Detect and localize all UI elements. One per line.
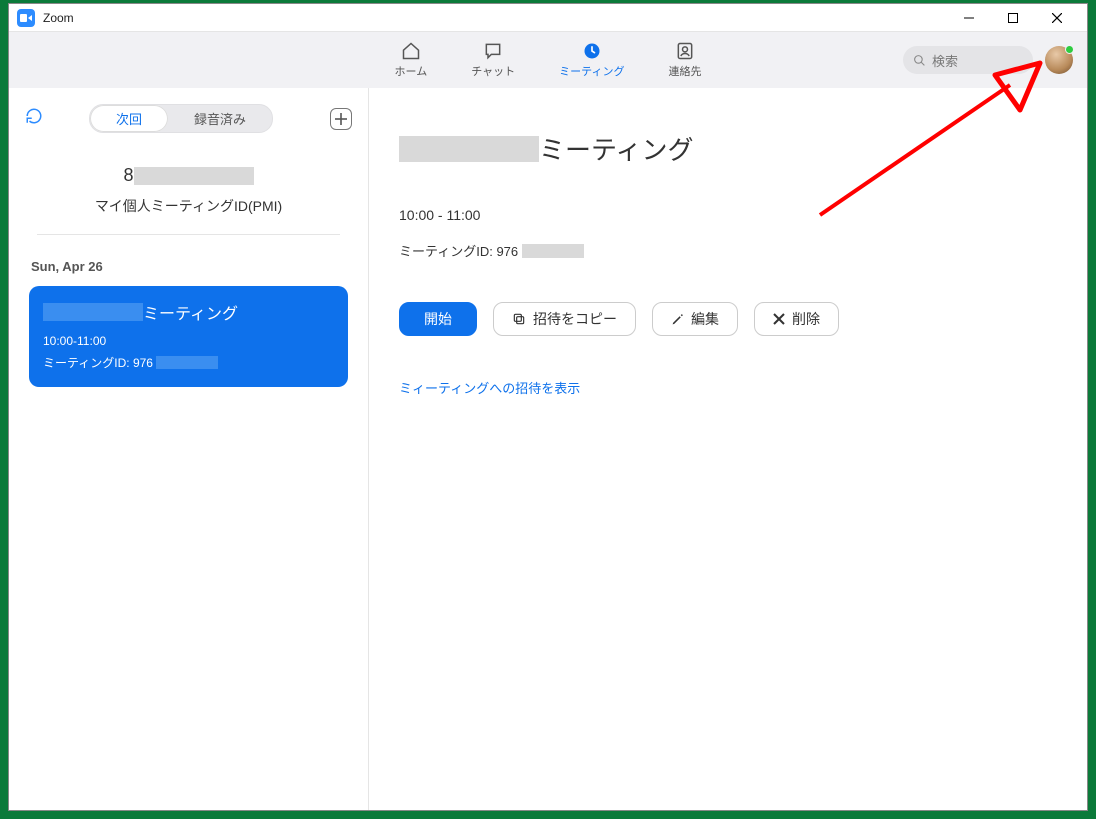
meeting-card-title: ミーティング [43,300,334,324]
tab-chat[interactable]: チャット [471,41,515,79]
tab-label: ミーティング [559,63,624,79]
tab-home[interactable]: ホーム [395,41,428,79]
copy-invite-label: 招待をコピー [533,309,617,329]
search-placeholder: 検索 [932,51,958,70]
copy-invite-button[interactable]: 招待をコピー [493,302,636,336]
title-bar: Zoom [9,4,1087,32]
avatar[interactable] [1045,46,1073,74]
search-input[interactable]: 検索 [903,46,1033,74]
personal-meeting-id: 8 [37,165,340,186]
personal-meeting-label: マイ個人ミーティングID(PMI) [37,196,340,216]
meeting-card-id: ミーティングID: 976 [43,354,334,371]
segment-control: 次回 録音済み [89,104,273,133]
redacted-name [43,303,143,321]
add-meeting-button[interactable] [330,108,352,130]
nav-tabs: ホーム チャット ミーティング 連絡先 [395,41,702,79]
search-icon [913,54,926,67]
chat-icon [483,41,503,61]
show-invite-link[interactable]: ミィーティングへの招待を表示 [399,378,1057,397]
home-icon [401,41,421,61]
copy-icon [512,312,526,326]
top-nav: ホーム チャット ミーティング 連絡先 [9,32,1087,88]
meeting-card-time: 10:00-11:00 [43,334,334,348]
plus-icon [335,113,347,125]
redacted-id [156,356,218,369]
meeting-time: 10:00 - 11:00 [399,207,1057,223]
window-title: Zoom [43,11,74,25]
tab-label: チャット [471,63,515,79]
meeting-id-label: ミーティングID: 976 [399,241,518,260]
minimize-icon [964,13,974,23]
main-panel: ミーティング 10:00 - 11:00 ミーティングID: 976 開始 招待… [369,88,1087,810]
start-button[interactable]: 開始 [399,302,477,336]
maximize-button[interactable] [991,4,1035,32]
start-label: 開始 [424,309,452,329]
tab-contact[interactable]: 連絡先 [668,41,701,79]
pencil-icon [671,313,684,326]
redacted-id-main [522,244,584,258]
sidebar-top: 次回 録音済み [17,100,360,143]
clock-icon [582,41,602,61]
meeting-title: ミーティング [399,130,1057,167]
personal-meeting-box[interactable]: 8 マイ個人ミーティングID(PMI) [37,165,340,235]
pmi-value: 8 [123,165,133,185]
contact-icon [675,41,695,61]
close-button[interactable] [1035,4,1079,32]
meeting-title-suffix: ミーティング [539,130,693,167]
tab-meeting[interactable]: ミーティング [559,41,624,79]
redacted-title [399,136,539,162]
minimize-button[interactable] [947,4,991,32]
edit-button[interactable]: 編集 [652,302,738,336]
meeting-id: ミーティングID: 976 [399,241,1057,260]
maximize-icon [1008,13,1018,23]
body: 次回 録音済み 8 マイ個人ミーティングID(PMI) Sun, Apr 26 … [9,88,1087,810]
zoom-logo-icon [17,9,35,27]
segment-recorded[interactable]: 録音済み [168,105,272,132]
action-buttons: 開始 招待をコピー 編集 削除 [399,302,1057,336]
sidebar: 次回 録音済み 8 マイ個人ミーティングID(PMI) Sun, Apr 26 … [9,88,369,810]
segment-upcoming[interactable]: 次回 [90,105,168,132]
close-icon [1052,13,1062,23]
date-header: Sun, Apr 26 [31,259,360,274]
delete-button[interactable]: 削除 [754,302,839,336]
refresh-icon [25,107,43,125]
x-icon [773,313,785,325]
meeting-card-id-label: ミーティングID: 976 [43,354,153,371]
redacted-pmi [134,167,254,185]
tab-label: ホーム [395,63,428,79]
presence-dot-icon [1065,45,1074,54]
meeting-card-title-suffix: ミーティング [143,300,238,324]
window-controls [947,4,1079,32]
meeting-card[interactable]: ミーティング 10:00-11:00 ミーティングID: 976 [29,286,348,387]
tab-label: 連絡先 [668,63,701,79]
refresh-button[interactable] [25,107,43,130]
delete-label: 削除 [792,309,820,329]
app-window: Zoom ホーム チャ [8,3,1088,811]
edit-label: 編集 [691,309,719,329]
